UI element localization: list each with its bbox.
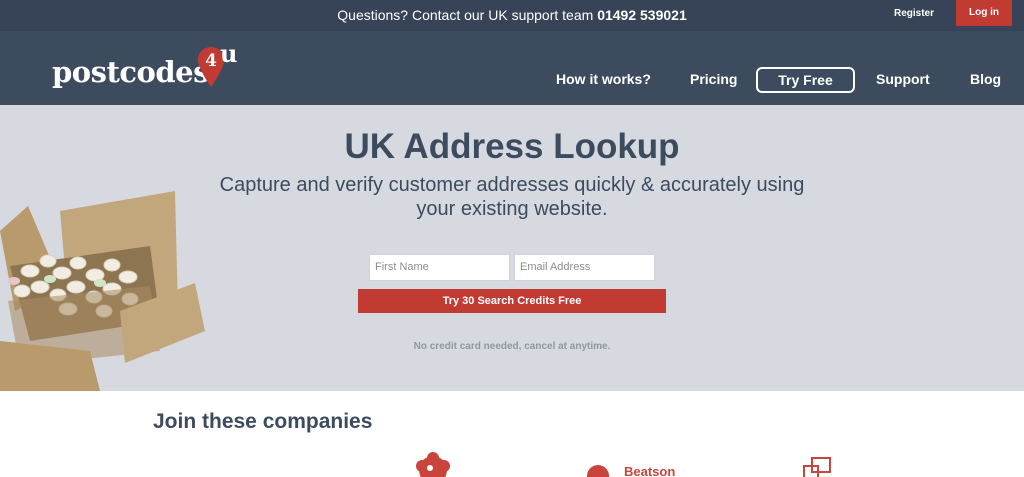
top-bar: Questions? Contact our UK support team 0… (0, 0, 1024, 31)
packing-box-illustration (0, 191, 205, 391)
login-button[interactable]: Log in (956, 0, 1012, 26)
nav-support[interactable]: Support (876, 71, 930, 87)
postcodes4u-logo[interactable]: postcodes 4 u (52, 39, 252, 99)
hero-subtitle: Capture and verify customer addresses qu… (219, 174, 805, 220)
page-title: UK Address Lookup (344, 127, 680, 166)
company-logo-beatson-text: Beatson (624, 464, 675, 477)
support-phone[interactable]: 01492 539021 (597, 7, 687, 23)
logo-pin-text: 4 (205, 51, 217, 71)
company-logo-flower (416, 452, 450, 477)
support-line: Questions? Contact our UK support team 0… (0, 7, 1024, 23)
hero-section: UK Address Lookup Capture and verify cus… (0, 105, 1024, 391)
support-text: Questions? Contact our UK support team (337, 7, 594, 23)
logo-suffix: u (220, 39, 238, 68)
company-logo-beatson: Beatson (587, 464, 675, 477)
nav-how-it-works[interactable]: How it works? (556, 71, 651, 87)
companies-heading: Join these companies (153, 410, 373, 433)
nav-pricing[interactable]: Pricing (690, 71, 737, 87)
first-name-field[interactable]: First Name (369, 254, 510, 281)
nav-try-free-button[interactable]: Try Free (756, 67, 855, 93)
header: postcodes 4 u How it works? Pricing Try … (0, 31, 1024, 105)
nav-blog[interactable]: Blog (970, 71, 1001, 87)
try-credits-button[interactable]: Try 30 Search Credits Free (358, 289, 666, 313)
logo-word: postcodes (52, 55, 209, 89)
register-link[interactable]: Register (894, 8, 934, 19)
company-logo-squares (803, 457, 831, 477)
no-credit-card-note: No credit card needed, cancel at anytime… (413, 341, 611, 352)
email-field[interactable]: Email Address (514, 254, 655, 281)
